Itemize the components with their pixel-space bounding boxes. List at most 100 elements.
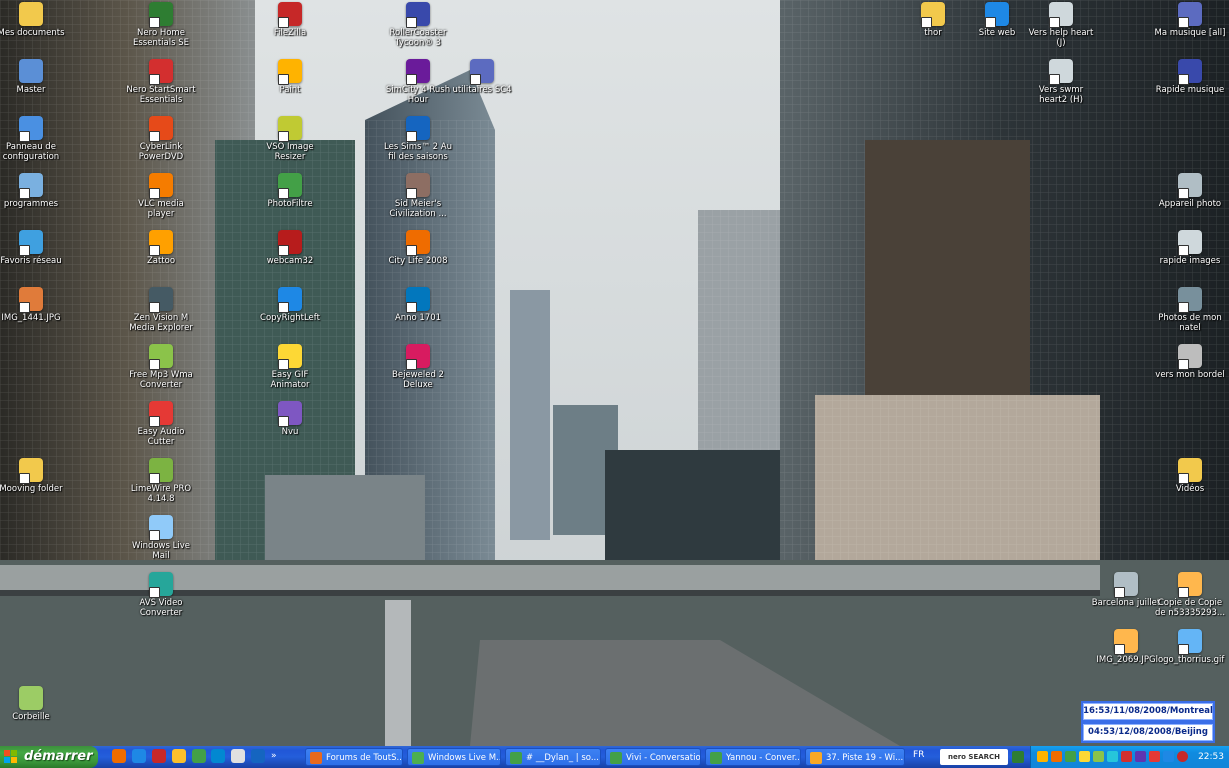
tray-security-icon[interactable] <box>1121 751 1132 762</box>
desktop-icon-label: AVS Video Converter <box>139 598 183 618</box>
desktop-icon[interactable]: programmes <box>0 173 67 209</box>
desktop-icon[interactable]: Windows Live Mail <box>125 515 197 561</box>
desktop-icon[interactable]: VLC media player <box>125 173 197 219</box>
taskbar-button[interactable]: Windows Live M... <box>407 748 501 766</box>
desktop-icon[interactable]: CyberLink PowerDVD <box>125 116 197 162</box>
tray-update-icon[interactable] <box>1093 751 1104 762</box>
desktop-icon[interactable]: Free Mp3 Wma Converter <box>125 344 197 390</box>
desktop-icon[interactable]: Favoris réseau <box>0 230 67 266</box>
nero-icon[interactable] <box>151 749 166 763</box>
desktop-icon[interactable]: Master <box>0 59 67 95</box>
desktop-icon[interactable]: logo_thorrius.gif <box>1154 629 1226 665</box>
desktop-icon[interactable]: Zen Vision M Media Explorer <box>125 287 197 333</box>
tray-network-icon[interactable] <box>1037 751 1048 762</box>
language-indicator[interactable]: FR <box>913 750 924 760</box>
desktop-icon[interactable]: Mes documents <box>0 2 67 38</box>
desktop-icon[interactable]: IMG_1441.JPG <box>0 287 67 323</box>
desktop-icon[interactable]: thor <box>897 2 969 38</box>
firefox-icon[interactable] <box>112 749 126 763</box>
desktop-icon-label: Vers swmr heart2 (H) <box>1038 85 1084 105</box>
desktop-icon[interactable]: Barcelona juillet <box>1090 572 1162 608</box>
desktop-icon-label: Site web <box>978 28 1016 38</box>
taskbar-button[interactable]: # __Dylan_ | so... <box>505 748 601 766</box>
desktop-icon[interactable]: Copie de Copie de n53335293... <box>1154 572 1226 618</box>
desktop-icon[interactable]: Mooving folder <box>0 458 67 494</box>
taskbar-button[interactable]: Vivi - Conversation <box>605 748 701 766</box>
desktop-icon[interactable]: Nero StartSmart Essentials <box>125 59 197 105</box>
avs-converter-icon <box>149 572 173 598</box>
desktop-icon[interactable]: Corbeille <box>0 686 67 722</box>
live-messenger-icon[interactable] <box>191 749 206 763</box>
internet-explorer-icon[interactable] <box>131 749 146 763</box>
taskbar-button[interactable]: 37. Piste 19 - Wi... <box>805 748 905 766</box>
taskbar-button[interactable]: Forums de ToutS... <box>305 748 403 766</box>
desktop-icon[interactable]: webcam32 <box>254 230 326 266</box>
desktop-icon[interactable]: Vers help heart (J) <box>1025 2 1097 48</box>
desktop-icon[interactable]: VSO Image Resizer <box>254 116 326 162</box>
desktop-icon[interactable]: CopyRightLeft <box>254 287 326 323</box>
desktop-icon[interactable]: utilitaires SC4 <box>446 59 518 95</box>
taskbar-clock[interactable]: 22:53 <box>1198 746 1224 768</box>
go-arrow-icon[interactable] <box>1012 751 1024 763</box>
nero-startsmart-icon <box>149 59 173 85</box>
programs-icon <box>19 173 43 199</box>
desktop-icon-label: Paint <box>279 85 301 95</box>
desktop-icon-label: Mooving folder <box>0 484 63 494</box>
taskbar-button[interactable]: Yannou - Conver... <box>705 748 801 766</box>
desktop-icon-label: VLC media player <box>138 199 184 219</box>
word-icon[interactable] <box>251 749 266 763</box>
desktop-icon[interactable]: Sid Meier's Civilization ... <box>382 173 454 219</box>
tray-antivirus-icon[interactable] <box>1051 751 1062 762</box>
desktop-icon[interactable]: Anno 1701 <box>382 287 454 323</box>
camera-icon <box>1114 572 1138 598</box>
desktop-icon[interactable]: Easy Audio Cutter <box>125 401 197 447</box>
desktop-icon-label: Nero StartSmart Essentials <box>126 85 196 105</box>
desktop-icon[interactable]: Site web <box>961 2 1033 38</box>
desktop-icon[interactable]: Rapide musique <box>1154 59 1226 95</box>
desktop-icon[interactable]: Les Sims™ 2 Au fil des saisons <box>382 116 454 162</box>
tray-audio-icon[interactable] <box>1135 751 1146 762</box>
desktop-icon[interactable]: Vers swmr heart2 (H) <box>1025 59 1097 105</box>
desktop-icon-label: Master <box>16 85 46 95</box>
desktop-icon[interactable]: FileZilla <box>254 2 326 38</box>
desktop-icon[interactable]: IMG_2069.JPG <box>1090 629 1162 665</box>
tray-alert-icon[interactable] <box>1149 751 1160 762</box>
msn-icon[interactable] <box>171 749 186 763</box>
desktop-icon[interactable]: Appareil photo <box>1154 173 1226 209</box>
desktop-icon[interactable]: Nero Home Essentials SE <box>125 2 197 48</box>
tray-messenger-icon[interactable] <box>1065 751 1076 762</box>
desktop-icon[interactable]: LimeWire PRO 4.14.8 <box>125 458 197 504</box>
desktop-icon[interactable]: AVS Video Converter <box>125 572 197 618</box>
live-mail-icon <box>149 515 173 541</box>
desktop-icon[interactable]: Panneau de configuration <box>0 116 67 162</box>
desktop-icon[interactable]: Paint <box>254 59 326 95</box>
start-button[interactable]: démarrer <box>0 746 98 768</box>
recycle-bin-icon <box>19 686 43 710</box>
tray-display-icon[interactable] <box>1107 751 1118 762</box>
show-desktop-icon[interactable] <box>211 749 226 763</box>
desktop-icon[interactable]: Easy GIF Animator <box>254 344 326 390</box>
anno-icon <box>406 287 430 313</box>
desktop-icon-label: Panneau de configuration <box>2 142 60 162</box>
tray-stop-icon[interactable] <box>1177 751 1188 762</box>
desktop-icon[interactable]: vers mon bordel <box>1154 344 1226 380</box>
tray-volume-icon[interactable] <box>1079 751 1090 762</box>
desktop-icon[interactable]: Bejeweled 2 Deluxe <box>382 344 454 390</box>
desktop-icon[interactable]: RollerCoaster Tycoon® 3 <box>382 2 454 48</box>
desktop-icon[interactable]: Vidéos <box>1154 458 1226 494</box>
desktop-icon[interactable]: rapide images <box>1154 230 1226 266</box>
mail-icon[interactable] <box>231 749 246 763</box>
tray-bluetooth-icon[interactable] <box>1163 751 1174 762</box>
desktop-icon[interactable]: City Life 2008 <box>382 230 454 266</box>
chevron-more-icon[interactable]: » <box>271 749 285 763</box>
desktop-icon-label: Nvu <box>281 427 299 437</box>
desktop-icon[interactable]: PhotoFiltre <box>254 173 326 209</box>
desktop-icon[interactable]: Zattoo <box>125 230 197 266</box>
desktop-icon[interactable]: Nvu <box>254 401 326 437</box>
folder-icon <box>921 2 945 28</box>
desktop-icon[interactable]: Photos de mon natel <box>1154 287 1226 333</box>
desktop-icon[interactable]: SimCity 4 Rush Hour <box>382 59 454 105</box>
desktop-icon[interactable]: Ma musique [all] <box>1154 2 1226 38</box>
filezilla-icon <box>278 2 302 28</box>
nero-search-box[interactable]: nero SEARCH <box>940 749 1008 765</box>
